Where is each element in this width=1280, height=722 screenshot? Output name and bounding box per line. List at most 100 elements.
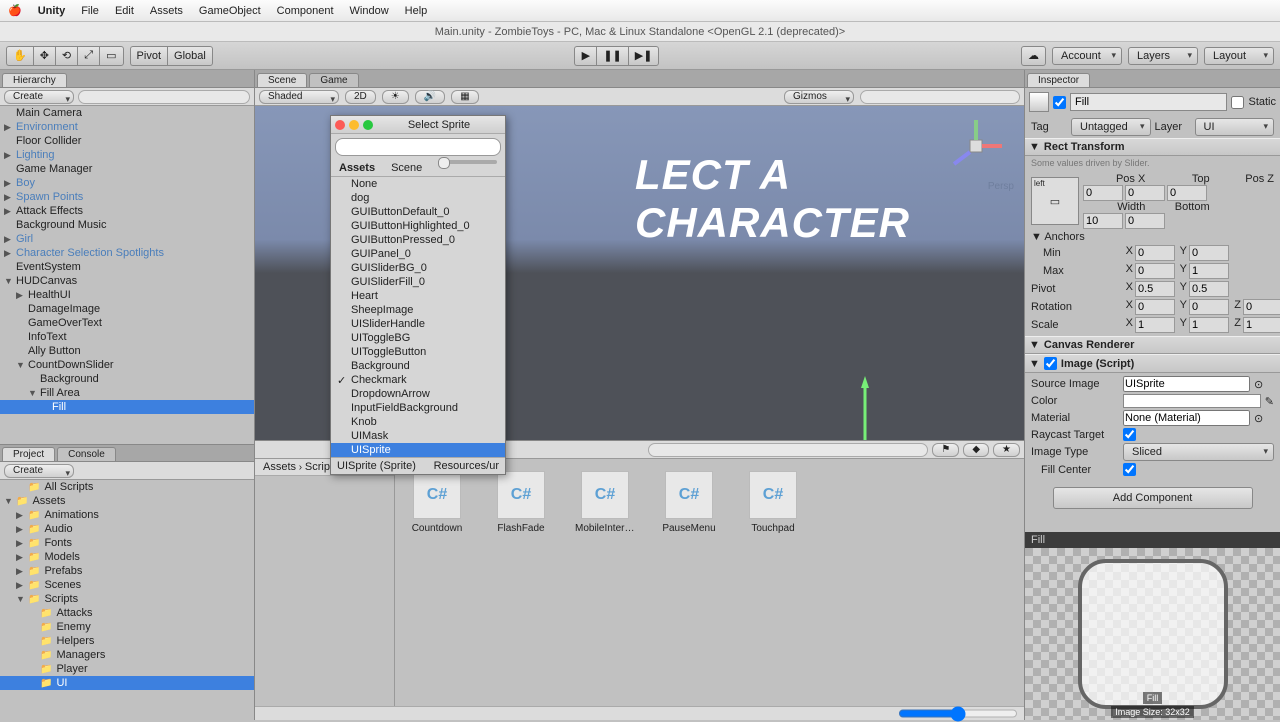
scale-x[interactable] (1135, 317, 1175, 333)
menu-file[interactable]: File (81, 5, 99, 17)
hierarchy-item[interactable]: GameOverText (0, 316, 254, 330)
filter-icon[interactable]: ⚑ (932, 443, 959, 457)
sprite-option[interactable]: GUIButtonPressed_0 (331, 233, 505, 247)
bottom-field[interactable] (1125, 213, 1165, 229)
project-item[interactable]: ▼Assets (0, 494, 254, 508)
sprite-option[interactable]: GUIButtonHighlighted_0 (331, 219, 505, 233)
menu-edit[interactable]: Edit (115, 5, 134, 17)
tag-dropdown[interactable]: Untagged (1071, 118, 1151, 136)
shaded-dropdown[interactable]: Shaded (259, 90, 339, 104)
pivot-x[interactable] (1135, 281, 1175, 297)
anchor-min-y[interactable] (1189, 245, 1229, 261)
sprite-option[interactable]: Checkmark (331, 373, 505, 387)
hand-tool-icon[interactable]: ✋ (6, 46, 33, 66)
hierarchy-item[interactable]: Main Camera (0, 106, 254, 120)
popup-list[interactable]: NonedogGUIButtonDefault_0GUIButtonHighli… (331, 177, 505, 457)
sprite-option[interactable]: Background (331, 359, 505, 373)
orientation-gizmo-icon[interactable] (946, 116, 1006, 176)
rotate-tool-icon[interactable]: ⟲ (55, 46, 77, 66)
hierarchy-item[interactable]: ▼Fill Area (0, 386, 254, 400)
rot-x[interactable] (1135, 299, 1175, 315)
rot-z[interactable] (1243, 299, 1280, 315)
menu-component[interactable]: Component (277, 5, 334, 17)
popup-tab-assets[interactable]: Assets (335, 160, 379, 176)
project-item[interactable]: UI (0, 676, 254, 690)
hierarchy-item[interactable]: Ally Button (0, 344, 254, 358)
raycast-checkbox[interactable] (1123, 428, 1136, 441)
hierarchy-item[interactable]: ▶Spawn Points (0, 190, 254, 204)
width-field[interactable] (1083, 213, 1123, 229)
sprite-option[interactable]: None (331, 177, 505, 191)
layers-dropdown[interactable]: Layers (1128, 47, 1198, 65)
top-field[interactable] (1125, 185, 1165, 201)
hierarchy-item[interactable]: DamageImage (0, 302, 254, 316)
pivot-y[interactable] (1189, 281, 1229, 297)
hierarchy-item[interactable]: ▶Character Selection Spotlights (0, 246, 254, 260)
image-type-dropdown[interactable]: Sliced (1123, 443, 1274, 461)
sprite-option[interactable]: GUISliderBG_0 (331, 261, 505, 275)
pivot-toggle[interactable]: Pivot (130, 46, 167, 66)
sprite-option[interactable]: UISprite (331, 443, 505, 457)
hierarchy-item[interactable]: ▶HealthUI (0, 288, 254, 302)
sprite-option[interactable]: GUIButtonDefault_0 (331, 205, 505, 219)
global-toggle[interactable]: Global (167, 46, 213, 66)
hierarchy-create[interactable]: Create (4, 90, 74, 104)
hierarchy-item[interactable]: ▶Girl (0, 232, 254, 246)
popup-search-input[interactable] (335, 138, 501, 156)
icon-size-slider[interactable] (898, 707, 1018, 720)
tab-hierarchy[interactable]: Hierarchy (2, 73, 67, 87)
project-tree[interactable]: All Scripts▼Assets▶Animations▶Audio▶Font… (0, 480, 254, 720)
hierarchy-item[interactable]: ▼CountDownSlider (0, 358, 254, 372)
project-item[interactable]: Managers (0, 648, 254, 662)
asset-item[interactable]: C#Touchpad (743, 471, 803, 694)
project-item[interactable]: ▶Models (0, 550, 254, 564)
sprite-option[interactable]: UISliderHandle (331, 317, 505, 331)
project-item[interactable]: Attacks (0, 606, 254, 620)
asset-item[interactable]: C#Countdown (407, 471, 467, 694)
color-field[interactable] (1123, 394, 1261, 408)
star-icon[interactable]: ★ (993, 443, 1020, 457)
sprite-option[interactable]: Heart (331, 289, 505, 303)
scale-tool-icon[interactable]: ⤢ (77, 46, 99, 66)
scale-y[interactable] (1189, 317, 1229, 333)
gizmos-dropdown[interactable]: Gizmos (784, 90, 854, 104)
menu-help[interactable]: Help (405, 5, 428, 17)
project-create[interactable]: Create (4, 464, 74, 478)
anchor-min-x[interactable] (1135, 245, 1175, 261)
gameobject-name-field[interactable] (1070, 93, 1227, 111)
hierarchy-item[interactable]: ▶Boy (0, 176, 254, 190)
anchor-max-x[interactable] (1135, 263, 1175, 279)
project-item[interactable]: ▶Audio (0, 522, 254, 536)
hierarchy-item[interactable]: InfoText (0, 330, 254, 344)
assets-grid[interactable]: C#CountdownC#FlashFadeC#MobileInterfa..C… (395, 459, 1024, 706)
fx-icon[interactable]: ▦ (451, 90, 478, 104)
window-controls[interactable] (335, 120, 373, 130)
asset-item[interactable]: C#FlashFade (491, 471, 551, 694)
menu-gameobject[interactable]: GameObject (199, 5, 261, 17)
popup-tab-scene[interactable]: Scene (387, 160, 426, 176)
sprite-option[interactable]: Knob (331, 415, 505, 429)
layout-dropdown[interactable]: Layout (1204, 47, 1274, 65)
image-component-header[interactable]: ▼ Image (Script) (1025, 354, 1280, 373)
add-component-button[interactable]: Add Component (1053, 487, 1253, 509)
sprite-option[interactable]: GUISliderFill_0 (331, 275, 505, 289)
play-button-icon[interactable]: ▶ (574, 46, 596, 66)
tab-console[interactable]: Console (57, 447, 116, 461)
gameobject-active-checkbox[interactable] (1053, 96, 1066, 109)
tab-inspector[interactable]: Inspector (1027, 73, 1090, 87)
pause-button-icon[interactable]: ❚❚ (596, 46, 627, 66)
light-icon[interactable]: ☀ (382, 90, 409, 104)
sprite-option[interactable]: dog (331, 191, 505, 205)
scene-search[interactable] (860, 90, 1020, 104)
gameobject-icon[interactable] (1029, 92, 1049, 112)
posz-field[interactable] (1167, 185, 1207, 201)
posx-field[interactable] (1083, 185, 1123, 201)
tab-game[interactable]: Game (309, 73, 358, 87)
sprite-option[interactable]: InputFieldBackground (331, 401, 505, 415)
project-item[interactable]: ▶Animations (0, 508, 254, 522)
project-item[interactable]: ▶Scenes (0, 578, 254, 592)
project-item[interactable]: Enemy (0, 620, 254, 634)
sprite-option[interactable]: SheepImage (331, 303, 505, 317)
apple-icon[interactable]: 🍎 (8, 4, 22, 17)
project-search[interactable] (648, 443, 928, 457)
